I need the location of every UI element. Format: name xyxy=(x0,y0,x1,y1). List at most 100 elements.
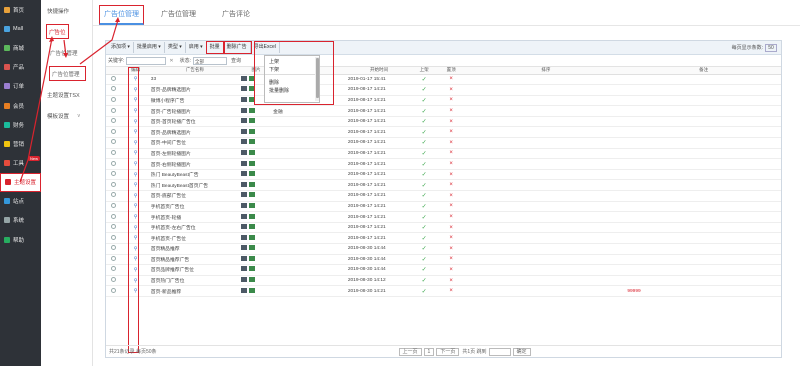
radio-icon[interactable] xyxy=(111,139,117,145)
pinned[interactable]: × xyxy=(437,158,466,170)
radio-icon[interactable] xyxy=(111,107,117,113)
on-shelf[interactable]: ✓ xyxy=(411,254,437,266)
row-select[interactable] xyxy=(106,264,122,276)
radio-icon[interactable] xyxy=(111,255,117,261)
nav-item[interactable]: 产品 xyxy=(0,58,41,77)
pinned[interactable]: × xyxy=(437,126,466,139)
pinned[interactable]: × xyxy=(437,254,466,266)
row-select[interactable] xyxy=(106,126,122,139)
table-row[interactable]: ⚲ 手机首页-广告位 2019-08-17 14:21 ✓ × xyxy=(106,232,781,244)
table-row[interactable]: ⚲ 首页-右侧轮播图片 2019-08-17 14:21 ✓ × xyxy=(106,158,781,170)
toolbar-button[interactable]: 批量启用 ▾ xyxy=(134,42,165,53)
table-row[interactable]: ⚲ 首页-品牌精选图片 2019-08-17 14:21 ✓ × xyxy=(106,84,781,96)
on-shelf[interactable]: ✓ xyxy=(411,158,437,170)
dropdown-item[interactable]: 删除 xyxy=(265,77,319,86)
table-row[interactable]: ⚲ 首页-广告轮播图片 金融 2019-08-17 14:21 ✓ × xyxy=(106,105,781,117)
nav-item[interactable]: 会员 xyxy=(0,96,41,115)
search-button[interactable]: 查询 xyxy=(231,57,241,64)
radio-icon[interactable] xyxy=(111,118,117,124)
row-select[interactable] xyxy=(106,243,122,255)
pinned[interactable]: × xyxy=(437,190,466,202)
column-header[interactable] xyxy=(106,67,122,75)
nav-item[interactable]: 帮助 xyxy=(0,230,41,249)
row-select[interactable] xyxy=(106,137,122,149)
nav-item[interactable]: 系统 xyxy=(0,211,41,230)
next-page-button[interactable]: 下一页 xyxy=(436,347,460,356)
row-select[interactable] xyxy=(106,116,122,128)
on-shelf[interactable]: ✓ xyxy=(411,222,437,234)
column-header[interactable]: 上架 xyxy=(411,67,437,75)
table-row[interactable]: ⚲ 首页精品推荐广告 2019-08-30 14:44 ✓ × xyxy=(106,254,781,266)
on-shelf[interactable]: ✓ xyxy=(411,148,437,160)
nav-item[interactable]: 站点 xyxy=(0,192,41,211)
row-select[interactable] xyxy=(106,285,122,297)
pinned[interactable]: × xyxy=(437,137,466,149)
pinned[interactable]: × xyxy=(437,169,466,181)
pinned[interactable]: × xyxy=(437,285,466,297)
radio-icon[interactable] xyxy=(111,171,117,177)
sub-nav-item[interactable]: 模板设置 v xyxy=(41,105,92,126)
radio-icon[interactable] xyxy=(111,245,117,251)
pinned[interactable]: × xyxy=(437,148,466,160)
toolbar-button[interactable]: 批量 xyxy=(205,41,225,54)
radio-icon[interactable] xyxy=(111,213,117,219)
table-row[interactable]: ⚲ 首页-左侧轮播图片 2019-08-17 14:21 ✓ × xyxy=(106,148,781,160)
pinned[interactable]: × xyxy=(437,74,466,86)
row-select[interactable] xyxy=(106,254,122,266)
row-select[interactable] xyxy=(106,169,122,181)
table-row[interactable]: ⚲ 首页-首页轮播广告位 2019-08-17 14:21 ✓ × xyxy=(106,116,781,128)
nav-item[interactable]: 营销 xyxy=(0,134,41,153)
row-select[interactable] xyxy=(106,158,122,170)
on-shelf[interactable]: ✓ xyxy=(411,275,437,287)
sub-nav-item[interactable]: 广告位 ^ xyxy=(46,24,69,39)
table-row[interactable]: ⚲ 首页-品牌精选图片 2019-08-17 14:21 ✓ × xyxy=(106,126,781,139)
radio-icon[interactable] xyxy=(111,202,117,208)
pinned[interactable]: × xyxy=(437,179,466,192)
table-row[interactable]: ⚲ 手机首页-左右广告位 2019-08-17 14:21 ✓ × xyxy=(106,222,781,234)
radio-icon[interactable] xyxy=(111,86,117,92)
radio-icon[interactable] xyxy=(111,266,117,272)
radio-icon[interactable] xyxy=(111,287,117,293)
tab[interactable]: 广告位管理 xyxy=(152,9,205,25)
page-number[interactable]: 1 xyxy=(423,347,435,356)
row-select[interactable] xyxy=(106,232,122,244)
nav-item[interactable]: 工具 New xyxy=(0,154,41,173)
on-shelf[interactable]: ✓ xyxy=(411,126,437,139)
on-shelf[interactable]: ✓ xyxy=(411,211,437,223)
on-shelf[interactable]: ✓ xyxy=(411,116,437,128)
pinned[interactable]: × xyxy=(437,264,466,276)
toolbar-button[interactable]: 启用 ▾ xyxy=(186,42,207,53)
table-row[interactable]: ⚲ 热门 BeautyBeast广告 2019-08-17 14:21 ✓ × xyxy=(106,169,781,181)
table-row[interactable]: ⚲ 微博小程序广告 2019-08-17 14:21 ✓ × xyxy=(106,95,781,107)
pinned[interactable]: × xyxy=(437,95,466,107)
pinned[interactable]: × xyxy=(437,105,466,117)
page-size-input[interactable]: 50 xyxy=(765,43,777,52)
sub-nav-item[interactable]: 主题设置TSX xyxy=(41,84,92,105)
pinned[interactable]: × xyxy=(437,211,466,223)
toolbar-button[interactable]: 类型 ▾ xyxy=(165,42,186,53)
radio-icon[interactable] xyxy=(111,75,117,81)
keyword-input[interactable] xyxy=(126,56,167,65)
table-row[interactable]: ⚲ 手机首页广告位 2019-08-17 14:21 ✓ × xyxy=(106,201,781,213)
clear-icon[interactable]: ✕ xyxy=(169,58,173,64)
on-shelf[interactable]: ✓ xyxy=(411,179,437,192)
row-select[interactable] xyxy=(106,74,122,86)
row-select[interactable] xyxy=(106,190,122,202)
on-shelf[interactable]: ✓ xyxy=(411,264,437,276)
status-select[interactable]: 全部 xyxy=(192,56,227,65)
radio-icon[interactable] xyxy=(111,192,117,198)
sub-nav-item[interactable]: 广告位管理 xyxy=(41,42,92,63)
row-select[interactable] xyxy=(106,84,122,96)
on-shelf[interactable]: ✓ xyxy=(411,190,437,202)
dropdown-item[interactable]: 批量删除 xyxy=(265,85,319,94)
column-header[interactable]: 备注 xyxy=(626,67,781,75)
dropdown-scroll-thumb[interactable] xyxy=(315,58,319,98)
sub-nav-item[interactable]: 快捷操作 xyxy=(41,0,92,21)
on-shelf[interactable]: ✓ xyxy=(411,95,437,107)
sub-nav-item[interactable]: 广告位管理 xyxy=(49,66,86,81)
prev-page-button[interactable]: 上一页 xyxy=(398,347,422,356)
pinned[interactable]: × xyxy=(437,116,466,128)
nav-item[interactable]: Mall xyxy=(0,19,41,38)
radio-icon[interactable] xyxy=(111,181,117,187)
on-shelf[interactable]: ✓ xyxy=(411,105,437,117)
